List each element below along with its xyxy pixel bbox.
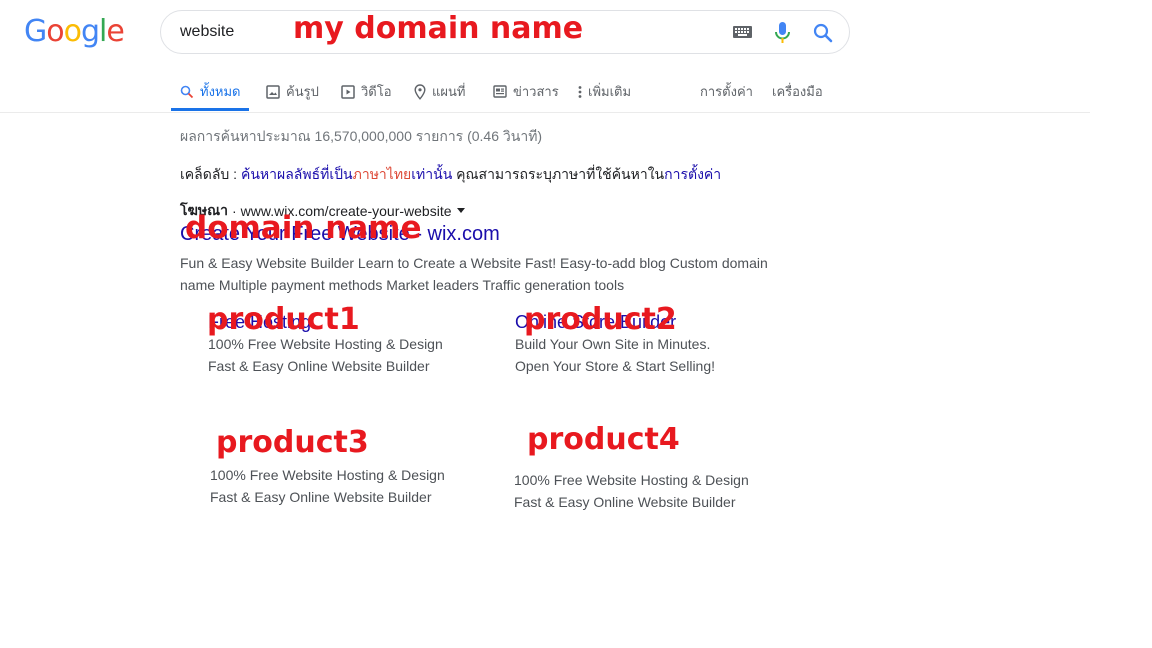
keyboard-icon[interactable] — [733, 26, 752, 38]
sitelink-line: 100% Free Website Hosting & Design — [210, 467, 445, 483]
news-icon — [493, 85, 507, 98]
search-icon[interactable] — [812, 22, 834, 44]
sitelink-line: Fast & Easy Online Website Builder — [208, 358, 430, 374]
more-vert-icon — [578, 85, 582, 98]
sitelink[interactable]: 100% Free Website Hosting & Design Fast … — [210, 464, 445, 508]
tip-link[interactable]: ค้นหาผลลัพธ์ที่เป็น — [241, 166, 353, 182]
sitelink-line: 100% Free Website Hosting & Design — [514, 472, 749, 488]
annotation-domain-name: domain name — [185, 210, 422, 246]
active-tab-indicator — [171, 108, 249, 111]
logo-letter: g — [80, 14, 100, 49]
map-pin-icon — [414, 83, 426, 100]
sitelink-line: Open Your Store & Start Selling! — [515, 358, 716, 374]
annotation-product4: product4 — [527, 422, 680, 457]
tab-label: ข่าวสาร — [513, 84, 559, 99]
tab-more[interactable]: เพิ่มเติม — [578, 81, 631, 102]
google-logo[interactable]: Google — [24, 14, 125, 50]
search-icon — [180, 85, 194, 98]
sitelink-line: Fast & Easy Online Website Builder — [210, 489, 432, 505]
tab-news[interactable]: ข่าวสาร — [493, 81, 559, 102]
search-input[interactable]: website — [180, 23, 234, 41]
tab-label: วิดีโอ — [361, 84, 392, 99]
result-stats: ผลการค้นหาประมาณ 16,570,000,000 รายการ (… — [180, 128, 543, 144]
logo-letter: o — [63, 14, 82, 49]
tip-prefix: เคล็ดลับ : — [180, 166, 241, 182]
tip-language[interactable]: ภาษาไทย — [353, 166, 412, 182]
annotation-my-domain-name: my domain name — [293, 11, 584, 46]
tools-link[interactable]: เครื่องมือ — [772, 81, 823, 102]
tab-label: เพิ่มเติม — [588, 84, 632, 99]
annotation-product1: product1 — [207, 302, 360, 337]
tab-videos[interactable]: วิดีโอ — [341, 81, 392, 102]
header-divider — [0, 112, 1090, 113]
annotation-product3: product3 — [216, 425, 369, 460]
annotation-product2: product2 — [524, 302, 677, 337]
logo-letter: o — [46, 14, 64, 49]
logo-letter: e — [106, 14, 124, 49]
ad-description: Fun & Easy Website Builder Learn to Crea… — [180, 252, 780, 296]
tip-settings-link[interactable]: การตั้งค่า — [664, 166, 721, 182]
language-tip: เคล็ดลับ : ค้นหาผลลัพธ์ที่เป็นภาษาไทยเท่… — [180, 164, 721, 186]
video-icon — [341, 84, 355, 99]
sitelink[interactable]: 100% Free Website Hosting & Design Fast … — [514, 469, 749, 513]
logo-letter: G — [24, 14, 47, 49]
dropdown-arrow-icon[interactable] — [456, 208, 466, 214]
ad-description-line: Fun & Easy Website Builder Learn to Crea… — [180, 255, 768, 271]
settings-link[interactable]: การตั้งค่า — [700, 81, 753, 102]
tip-middle: คุณสามารถระบุภาษาที่ใช้ค้นหาใน — [452, 166, 665, 182]
tab-maps[interactable]: แผนที่ — [414, 81, 465, 102]
sitelink-line: Fast & Easy Online Website Builder — [514, 494, 736, 510]
image-icon — [266, 84, 280, 99]
ad-description-line: name Multiple payment methods Market lea… — [180, 277, 625, 293]
tab-label: ทั้งหมด — [200, 84, 241, 99]
tab-label: แผนที่ — [432, 84, 466, 99]
tab-images[interactable]: ค้นรูป — [266, 81, 319, 102]
tip-link[interactable]: เท่านั้น — [411, 166, 452, 182]
tab-all[interactable]: ทั้งหมด — [180, 81, 241, 102]
tab-label: ค้นรูป — [286, 84, 319, 99]
microphone-icon[interactable] — [774, 22, 791, 44]
